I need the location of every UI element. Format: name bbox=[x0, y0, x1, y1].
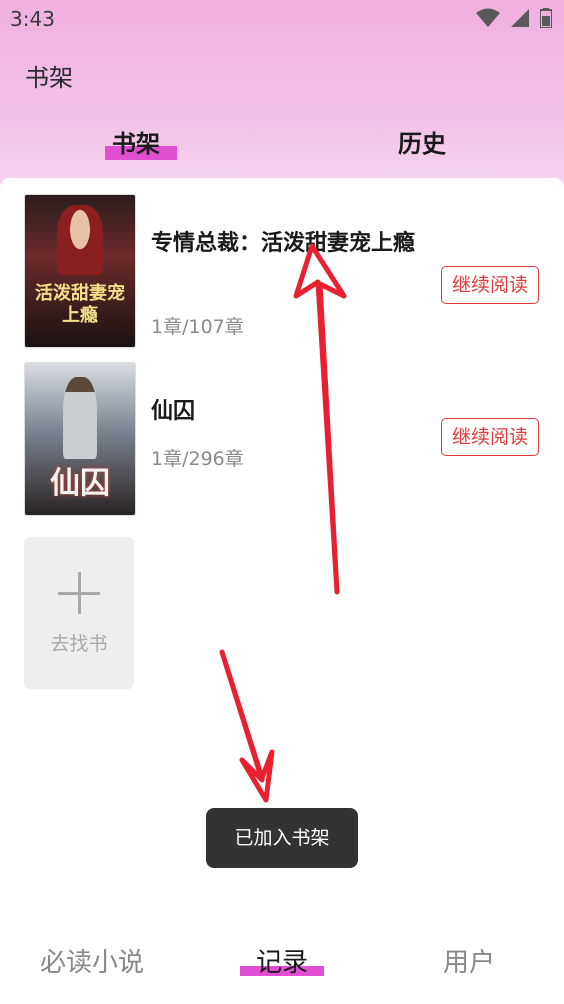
book-title[interactable]: 仙囚 bbox=[151, 396, 421, 428]
tab-bar: 书架 历史 bbox=[0, 120, 564, 170]
continue-reading-button[interactable]: 继续阅读 bbox=[441, 266, 539, 304]
cover-illustration bbox=[57, 205, 103, 275]
book-cover[interactable]: 活泼甜妻宠上瘾 bbox=[24, 194, 136, 348]
page-title: 书架 bbox=[25, 64, 73, 92]
toast-message: 已加入书架 bbox=[206, 808, 358, 868]
book-progress: 1章/296章 bbox=[151, 448, 244, 470]
tab-bookshelf[interactable]: 书架 bbox=[112, 124, 160, 159]
wifi-icon bbox=[476, 8, 500, 32]
bottom-navigation: 必读小说 记录 用户 bbox=[0, 930, 564, 1004]
book-title[interactable]: 专情总裁：活泼甜妻宠上瘾 bbox=[151, 228, 421, 260]
nav-records-label: 记录 bbox=[256, 948, 309, 978]
nav-records[interactable]: 记录 bbox=[256, 942, 308, 979]
tab-history[interactable]: 历史 bbox=[398, 124, 446, 159]
tab-history-label: 历史 bbox=[398, 130, 446, 158]
battery-icon bbox=[539, 8, 553, 32]
nav-must-read-label: 必读小说 bbox=[40, 948, 145, 978]
plus-icon-vertical bbox=[78, 572, 81, 614]
nav-user[interactable]: 用户 bbox=[443, 942, 495, 979]
status-time: 3:43 bbox=[10, 7, 55, 31]
nav-user-label: 用户 bbox=[443, 948, 496, 978]
find-book-label: 去找书 bbox=[50, 633, 108, 655]
cover-illustration bbox=[63, 377, 97, 459]
status-icons bbox=[476, 8, 553, 32]
continue-reading-button[interactable]: 继续阅读 bbox=[441, 418, 539, 456]
book-card[interactable]: 活泼甜妻宠上瘾 专情总裁：活泼甜妻宠上瘾 1章/107章 继续阅读 bbox=[24, 194, 540, 348]
status-bar: 3:43 bbox=[0, 0, 564, 38]
book-card[interactable]: 仙囚 仙囚 1章/296章 继续阅读 bbox=[24, 362, 540, 516]
cover-title: 活泼甜妻宠上瘾 bbox=[35, 283, 125, 326]
nav-must-read[interactable]: 必读小说 bbox=[40, 942, 144, 979]
find-book-button[interactable]: 去找书 bbox=[24, 537, 134, 689]
signal-icon bbox=[510, 8, 530, 32]
tab-bookshelf-label: 书架 bbox=[112, 130, 160, 158]
book-progress: 1章/107章 bbox=[151, 316, 244, 338]
cover-title: 仙囚 bbox=[50, 466, 110, 501]
book-cover[interactable]: 仙囚 bbox=[24, 362, 136, 516]
bookshelf-content: 活泼甜妻宠上瘾 专情总裁：活泼甜妻宠上瘾 1章/107章 继续阅读 仙囚 仙囚 … bbox=[0, 178, 564, 1004]
